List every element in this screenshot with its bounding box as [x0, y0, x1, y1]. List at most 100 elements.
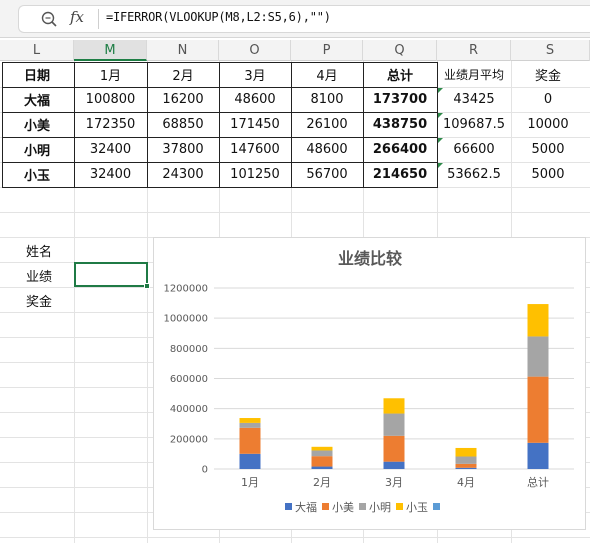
y-tick-label: 1200000 [163, 284, 208, 295]
table-cell-avg[interactable]: 109687.5 [437, 112, 511, 137]
table-cell-total[interactable]: 266400 [363, 137, 437, 162]
table-cell-bonus[interactable]: 5000 [511, 137, 585, 162]
table-header-avg[interactable]: 业绩月平均 [437, 62, 511, 87]
column-header-o[interactable]: O [219, 40, 291, 61]
fx-icon[interactable]: fx [70, 8, 84, 26]
bar-segment [383, 461, 405, 469]
table-cell-avg[interactable]: 53662.5 [437, 162, 511, 187]
table-cell[interactable]: 48600 [291, 137, 363, 162]
x-tick-label: 3月 [385, 476, 403, 489]
column-header-p[interactable]: P [291, 40, 363, 61]
table-row-name[interactable]: 小玉 [0, 162, 74, 187]
table-cell[interactable]: 68850 [147, 112, 219, 137]
bar-segment [311, 450, 333, 457]
x-tick-label: 2月 [313, 476, 331, 489]
y-tick-label: 200000 [170, 434, 208, 445]
table-cell[interactable]: 100800 [74, 87, 147, 112]
table-cell-bonus[interactable]: 0 [511, 87, 585, 112]
column-header-q[interactable]: Q [363, 40, 437, 61]
table-cell-total[interactable]: 173700 [363, 87, 437, 112]
bar-segment [383, 413, 405, 436]
legend-swatch [322, 503, 329, 510]
active-cell-m8[interactable] [74, 262, 148, 287]
bar-segment [239, 427, 261, 454]
table-header-feb[interactable]: 2月 [147, 62, 219, 87]
x-tick-label: 1月 [241, 476, 259, 489]
x-tick-label: 总计 [527, 475, 549, 489]
table-cell-bonus[interactable]: 10000 [511, 112, 585, 137]
y-tick-label: 1000000 [163, 314, 208, 325]
table-cell-avg[interactable]: 66600 [437, 137, 511, 162]
table-row-name[interactable]: 小美 [0, 112, 74, 137]
table-cell[interactable]: 32400 [74, 162, 147, 187]
table-cell[interactable]: 101250 [219, 162, 291, 187]
bar-segment [527, 376, 549, 443]
bar-segment [455, 463, 477, 468]
bar-segment [527, 336, 549, 377]
bar-segment [239, 418, 261, 423]
table-cell[interactable]: 32400 [74, 137, 147, 162]
table-cell[interactable]: 56700 [291, 162, 363, 187]
bar-segment [383, 398, 405, 414]
bar-segment [311, 456, 333, 467]
error-indicator [438, 88, 443, 93]
table-cell[interactable]: 16200 [147, 87, 219, 112]
lookup-label-name[interactable]: 姓名 [26, 241, 52, 260]
column-header-s[interactable]: S [511, 40, 590, 61]
table-cell[interactable]: 172350 [74, 112, 147, 137]
y-tick-label: 0 [202, 465, 208, 476]
legend-swatch [285, 503, 292, 510]
table-row-name[interactable]: 小明 [0, 137, 74, 162]
bar-segment [455, 447, 477, 457]
legend-label: 小玉 [406, 501, 428, 514]
table-cell[interactable]: 37800 [147, 137, 219, 162]
table-row-name[interactable]: 大福 [0, 87, 74, 112]
table-header-jan[interactable]: 1月 [74, 62, 147, 87]
error-indicator [438, 163, 443, 168]
legend-label: 小美 [332, 501, 354, 514]
formula-bar: fx =IFERROR(VLOOKUP(M8,L2:S5,6),"") [0, 0, 590, 38]
zoom-icon[interactable] [40, 10, 58, 28]
stacked-bar-chart[interactable]: 业绩比较 0 200000 400000 600000 800000 1000000 1200… [153, 237, 586, 530]
table-header-bonus[interactable]: 奖金 [511, 62, 585, 87]
table-cell[interactable]: 24300 [147, 162, 219, 187]
table-cell-total[interactable]: 214650 [363, 162, 437, 187]
chart-canvas: 业绩比较 0 200000 400000 600000 800000 1000000 1200… [163, 249, 574, 514]
legend-label: 大福 [295, 500, 317, 514]
table-cell[interactable]: 26100 [291, 112, 363, 137]
bar-segment [383, 435, 405, 462]
table-cell-total[interactable]: 438750 [363, 112, 437, 137]
table-header-apr[interactable]: 4月 [291, 62, 363, 87]
column-header-l[interactable]: L [0, 40, 74, 61]
error-indicator [438, 113, 443, 118]
error-indicator [438, 138, 443, 143]
formula-separator [98, 9, 99, 29]
legend-label: 小明 [369, 501, 391, 514]
table-cell[interactable]: 48600 [219, 87, 291, 112]
bar-segment [455, 456, 477, 464]
x-tick-label: 4月 [457, 476, 475, 489]
lookup-label-bonus[interactable]: 奖金 [26, 291, 52, 310]
chart-title: 业绩比较 [338, 249, 402, 268]
table-header-total[interactable]: 总计 [363, 62, 437, 87]
column-header-r[interactable]: R [437, 40, 511, 61]
bar-segment [455, 467, 477, 469]
legend-swatch [396, 503, 403, 510]
table-cell-bonus[interactable]: 5000 [511, 162, 585, 187]
table-header-date[interactable]: 日期 [0, 62, 74, 87]
column-header-m[interactable]: M [74, 40, 147, 61]
column-header-n[interactable]: N [147, 40, 219, 61]
bar-segment [527, 304, 549, 337]
fill-handle[interactable] [144, 283, 150, 289]
y-tick-label: 600000 [170, 374, 208, 385]
bar-segment [311, 446, 333, 451]
table-cell[interactable]: 147600 [219, 137, 291, 162]
lookup-label-performance[interactable]: 业绩 [26, 266, 52, 285]
table-cell-avg[interactable]: 43425 [437, 87, 511, 112]
table-header-mar[interactable]: 3月 [219, 62, 291, 87]
formula-input[interactable]: =IFERROR(VLOOKUP(M8,L2:S5,6),"") [106, 10, 331, 24]
y-tick-label: 400000 [170, 404, 208, 415]
table-cell[interactable]: 171450 [219, 112, 291, 137]
bar-segment [239, 422, 261, 428]
table-cell[interactable]: 8100 [291, 87, 363, 112]
